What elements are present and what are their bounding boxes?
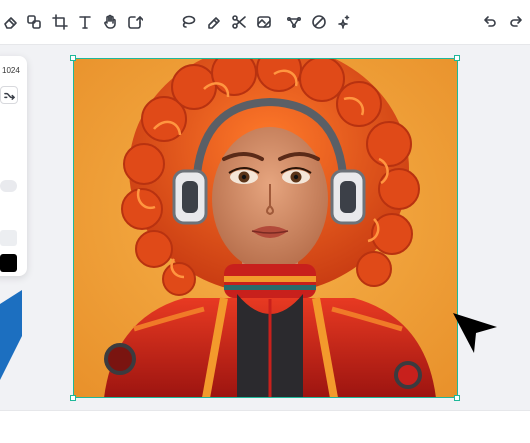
option-toggle[interactable] xyxy=(0,180,17,192)
sparkle-icon xyxy=(338,15,350,29)
canvas-image[interactable] xyxy=(74,59,458,398)
text-icon xyxy=(79,16,91,29)
brush-icon xyxy=(208,17,220,29)
redo-icon xyxy=(510,16,522,27)
image-size-label: 1024 xyxy=(2,66,20,75)
pan-tool[interactable] xyxy=(99,11,121,33)
magic-select-icon xyxy=(286,16,302,29)
resize-handle-top-left[interactable] xyxy=(70,55,76,61)
brush-tool[interactable] xyxy=(203,11,225,33)
eraser-icon xyxy=(4,17,17,29)
lasso-icon xyxy=(182,15,196,28)
shuffle-icon xyxy=(3,92,15,100)
option-field[interactable] xyxy=(0,230,17,246)
editor-app: 1024 xyxy=(0,0,530,443)
blue-shape-element[interactable] xyxy=(0,290,22,380)
upload-icon xyxy=(128,16,143,29)
upload-tool[interactable] xyxy=(124,11,146,33)
remove-background-tool[interactable] xyxy=(253,11,275,33)
hand-icon xyxy=(104,14,116,29)
background-remove-icon xyxy=(257,16,271,28)
undo-button[interactable] xyxy=(479,11,501,33)
mouse-pointer-icon xyxy=(453,313,497,353)
eraser-tool[interactable] xyxy=(0,11,22,33)
color-swatch[interactable] xyxy=(0,254,17,272)
properties-panel: 1024 xyxy=(0,56,27,276)
portrait-image xyxy=(74,59,458,398)
undo-icon xyxy=(484,16,496,27)
lasso-tool[interactable] xyxy=(177,11,199,33)
redo-button[interactable] xyxy=(505,11,527,33)
resize-handle-bottom-left[interactable] xyxy=(70,395,76,401)
scissors-icon xyxy=(232,15,246,29)
magic-select-tool[interactable] xyxy=(283,11,305,33)
text-tool[interactable] xyxy=(74,11,96,33)
generate-variation-button[interactable] xyxy=(0,86,18,104)
bottom-bar xyxy=(0,410,530,443)
crop-icon xyxy=(52,14,68,30)
top-toolbar xyxy=(0,0,530,45)
ai-enhance-tool[interactable] xyxy=(333,11,355,33)
disable-tool[interactable] xyxy=(308,11,330,33)
layers-icon xyxy=(27,15,41,29)
crop-tool[interactable] xyxy=(49,11,71,33)
resize-handle-bottom-right[interactable] xyxy=(454,395,460,401)
resize-handle-top-right[interactable] xyxy=(454,55,460,61)
no-icon xyxy=(312,15,326,29)
cut-tool[interactable] xyxy=(228,11,250,33)
layers-tool[interactable] xyxy=(23,11,45,33)
